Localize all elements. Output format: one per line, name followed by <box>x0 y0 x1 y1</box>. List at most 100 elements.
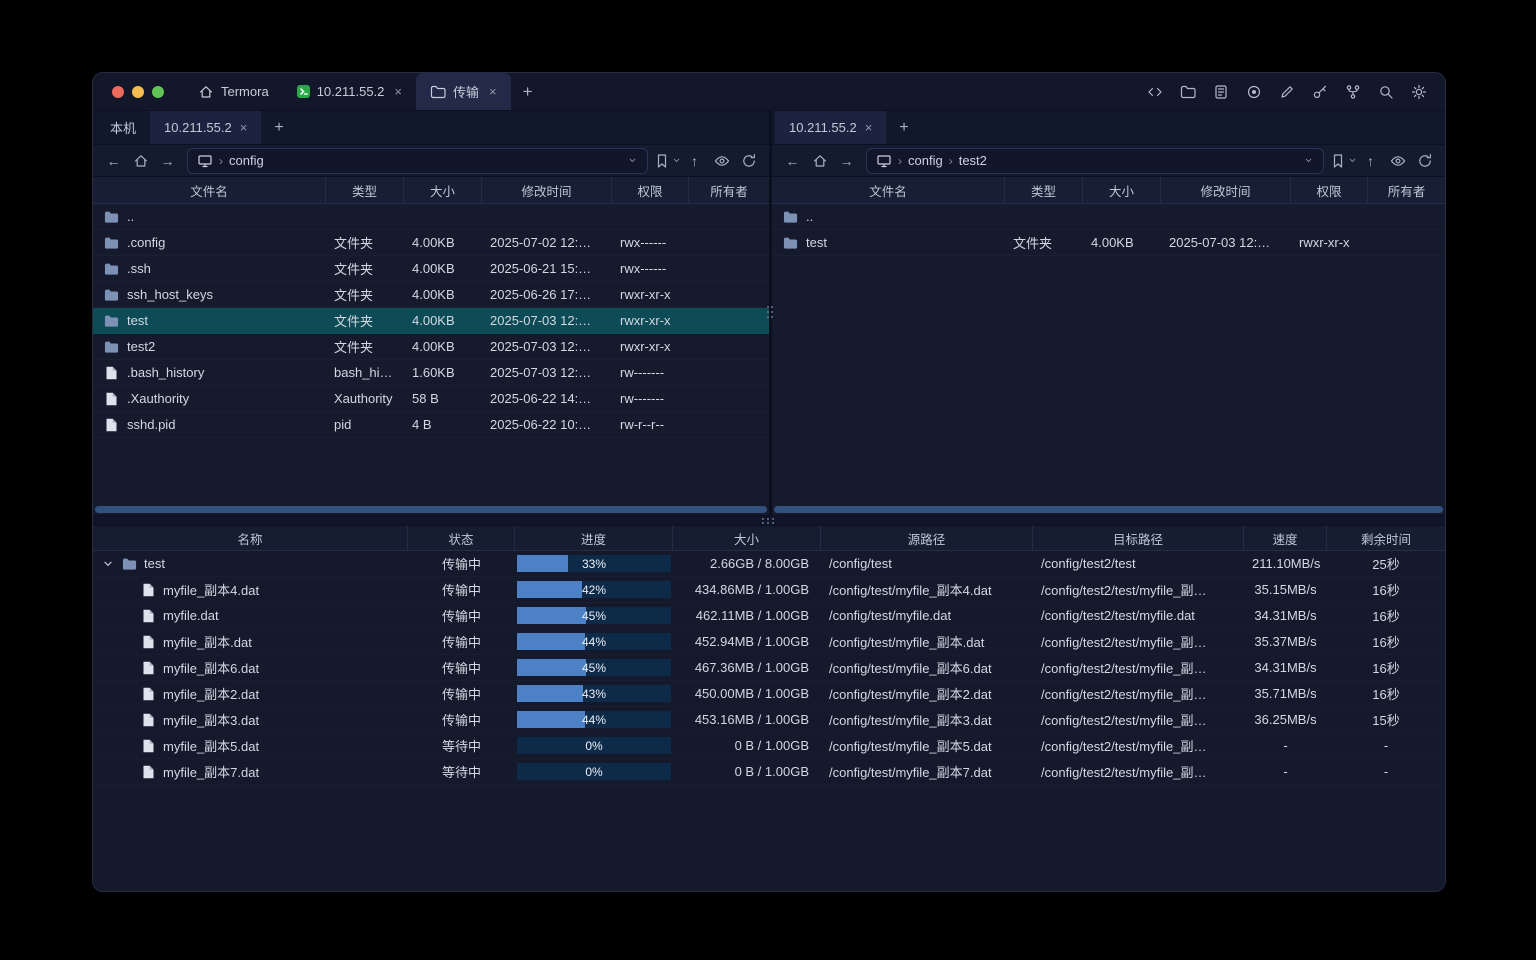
close-tab-icon[interactable]: × <box>865 120 873 135</box>
chevron-down-icon[interactable] <box>627 155 638 166</box>
chevron-down-icon[interactable] <box>101 557 115 571</box>
zoom-window-button[interactable] <box>152 86 164 98</box>
horizontal-splitter[interactable] <box>93 515 1445 526</box>
back-icon[interactable]: ← <box>780 149 805 173</box>
close-tab-icon[interactable]: × <box>394 84 402 99</box>
new-tab-button[interactable]: + <box>886 111 921 144</box>
path-segment[interactable]: config <box>908 153 943 168</box>
column-header-owner[interactable]: 所有者 <box>689 177 769 203</box>
column-header-modified[interactable]: 修改时间 <box>1161 177 1291 203</box>
column-header-status[interactable]: 状态 <box>408 526 515 550</box>
column-header-type[interactable]: 类型 <box>1005 177 1083 203</box>
right-horizontal-scrollbar[interactable] <box>772 504 1445 515</box>
file-row[interactable]: .. <box>93 204 769 230</box>
file-perms: rwxr-xr-x <box>612 287 689 302</box>
tab-remote-host[interactable]: 10.211.55.2 × <box>775 111 886 144</box>
close-window-button[interactable] <box>112 86 124 98</box>
file-row[interactable]: .. <box>772 204 1445 230</box>
tab-termora[interactable]: Termora <box>184 73 283 110</box>
tab-remote-host[interactable]: 10.211.55.2 × <box>150 111 261 144</box>
forward-icon[interactable]: → <box>155 149 180 173</box>
tab-local[interactable]: 本机 <box>96 111 150 144</box>
column-header-progress[interactable]: 进度 <box>515 526 673 550</box>
tab-host-session[interactable]: 10.211.55.2 × <box>283 73 416 110</box>
transfer-row[interactable]: myfile_副本2.dat传输中43%450.00MB / 1.00GB/co… <box>93 681 1445 707</box>
transfer-row[interactable]: myfile_副本3.dat传输中44%453.16MB / 1.00GB/co… <box>93 707 1445 733</box>
file-row[interactable]: sshd.pidpid4 B2025-06-22 10:…rw-r--r-- <box>93 412 769 438</box>
parent-directory-icon[interactable]: ↑ <box>682 149 707 173</box>
transfer-row[interactable]: myfile_副本6.dat传输中45%467.36MB / 1.00GB/co… <box>93 655 1445 681</box>
forward-icon[interactable]: → <box>834 149 859 173</box>
column-header-permissions[interactable]: 权限 <box>612 177 689 203</box>
column-header-eta[interactable]: 剩余时间 <box>1327 526 1445 550</box>
file-row[interactable]: ssh_host_keys文件夹4.00KB2025-06-26 17:…rwx… <box>93 282 769 308</box>
file-size: 58 B <box>404 391 482 406</box>
column-header-filename[interactable]: 文件名 <box>772 177 1005 203</box>
close-tab-icon[interactable]: × <box>240 120 248 135</box>
transfer-row[interactable]: myfile_副本7.dat等待中0%0 B / 1.00GB/config/t… <box>93 759 1445 785</box>
new-tab-button[interactable]: + <box>511 73 545 110</box>
edit-icon[interactable] <box>1279 84 1295 100</box>
column-header-owner[interactable]: 所有者 <box>1368 177 1445 203</box>
back-icon[interactable]: ← <box>101 149 126 173</box>
bookmark-button[interactable] <box>1331 149 1356 173</box>
path-segment[interactable]: test2 <box>959 153 987 168</box>
home-icon[interactable] <box>128 149 153 173</box>
log-icon[interactable] <box>1213 84 1229 100</box>
progress-bar: 45% <box>517 659 671 676</box>
transfer-row[interactable]: test传输中33%2.66GB / 8.00GB/config/test/co… <box>93 551 1445 577</box>
refresh-icon[interactable] <box>1412 149 1437 173</box>
folder-icon <box>104 288 119 302</box>
refresh-icon[interactable] <box>736 149 761 173</box>
transfer-row[interactable]: myfile_副本4.dat传输中42%434.86MB / 1.00GB/co… <box>93 577 1445 603</box>
close-tab-icon[interactable]: × <box>489 84 497 99</box>
key-icon[interactable] <box>1312 84 1328 100</box>
column-header-type[interactable]: 类型 <box>326 177 404 203</box>
column-header-target-path[interactable]: 目标路径 <box>1033 526 1244 550</box>
search-icon[interactable] <box>1378 84 1394 100</box>
file-row[interactable]: test文件夹4.00KB2025-07-03 12:…rwxr-xr-x <box>93 308 769 334</box>
column-header-permissions[interactable]: 权限 <box>1291 177 1368 203</box>
column-header-size[interactable]: 大小 <box>673 526 821 550</box>
file-row[interactable]: .XauthorityXauthority58 B2025-06-22 14:…… <box>93 386 769 412</box>
transfer-row[interactable]: myfile_副本.dat传输中44%452.94MB / 1.00GB/con… <box>93 629 1445 655</box>
file-row[interactable]: .ssh文件夹4.00KB2025-06-21 15:…rwx------ <box>93 256 769 282</box>
scrollbar-thumb[interactable] <box>95 506 767 513</box>
scrollbar-thumb[interactable] <box>774 506 1443 513</box>
eye-icon[interactable] <box>709 149 734 173</box>
column-header-size[interactable]: 大小 <box>1083 177 1161 203</box>
parent-directory-icon[interactable]: ↑ <box>1358 149 1383 173</box>
transfer-size: 2.66GB / 8.00GB <box>673 556 821 571</box>
bookmark-button[interactable] <box>655 149 680 173</box>
tab-transfer[interactable]: 传输 × <box>416 73 511 110</box>
transfer-row[interactable]: myfile_副本5.dat等待中0%0 B / 1.00GB/config/t… <box>93 733 1445 759</box>
vertical-splitter[interactable] <box>769 111 772 515</box>
code-icon[interactable] <box>1147 84 1163 100</box>
home-icon[interactable] <box>807 149 832 173</box>
branch-icon[interactable] <box>1345 84 1361 100</box>
transfer-row[interactable]: myfile.dat传输中45%462.11MB / 1.00GB/config… <box>93 603 1445 629</box>
file-name: .config <box>127 235 165 250</box>
column-header-modified[interactable]: 修改时间 <box>482 177 612 203</box>
column-header-speed[interactable]: 速度 <box>1244 526 1327 550</box>
file-row[interactable]: .config文件夹4.00KB2025-07-02 12:…rwx------ <box>93 230 769 256</box>
column-header-name[interactable]: 名称 <box>93 526 408 550</box>
path-breadcrumb[interactable]: ›config <box>187 148 648 174</box>
path-segment[interactable]: config <box>229 153 264 168</box>
left-horizontal-scrollbar[interactable] <box>93 504 769 515</box>
file-row[interactable]: test2文件夹4.00KB2025-07-03 12:…rwxr-xr-x <box>93 334 769 360</box>
path-breadcrumb[interactable]: ›config›test2 <box>866 148 1324 174</box>
settings-icon[interactable] <box>1411 84 1427 100</box>
chevron-down-icon[interactable] <box>1303 155 1314 166</box>
file-row[interactable]: .bash_historybash_hi…1.60KB2025-07-03 12… <box>93 360 769 386</box>
column-header-source-path[interactable]: 源路径 <box>821 526 1033 550</box>
new-tab-button[interactable]: + <box>261 111 296 144</box>
column-header-size[interactable]: 大小 <box>404 177 482 203</box>
folder-icon[interactable] <box>1180 84 1196 100</box>
file-type: 文件夹 <box>326 259 404 278</box>
minimize-window-button[interactable] <box>132 86 144 98</box>
eye-icon[interactable] <box>1385 149 1410 173</box>
column-header-filename[interactable]: 文件名 <box>93 177 326 203</box>
file-row[interactable]: test文件夹4.00KB2025-07-03 12:…rwxr-xr-x <box>772 230 1445 256</box>
record-icon[interactable] <box>1246 84 1262 100</box>
